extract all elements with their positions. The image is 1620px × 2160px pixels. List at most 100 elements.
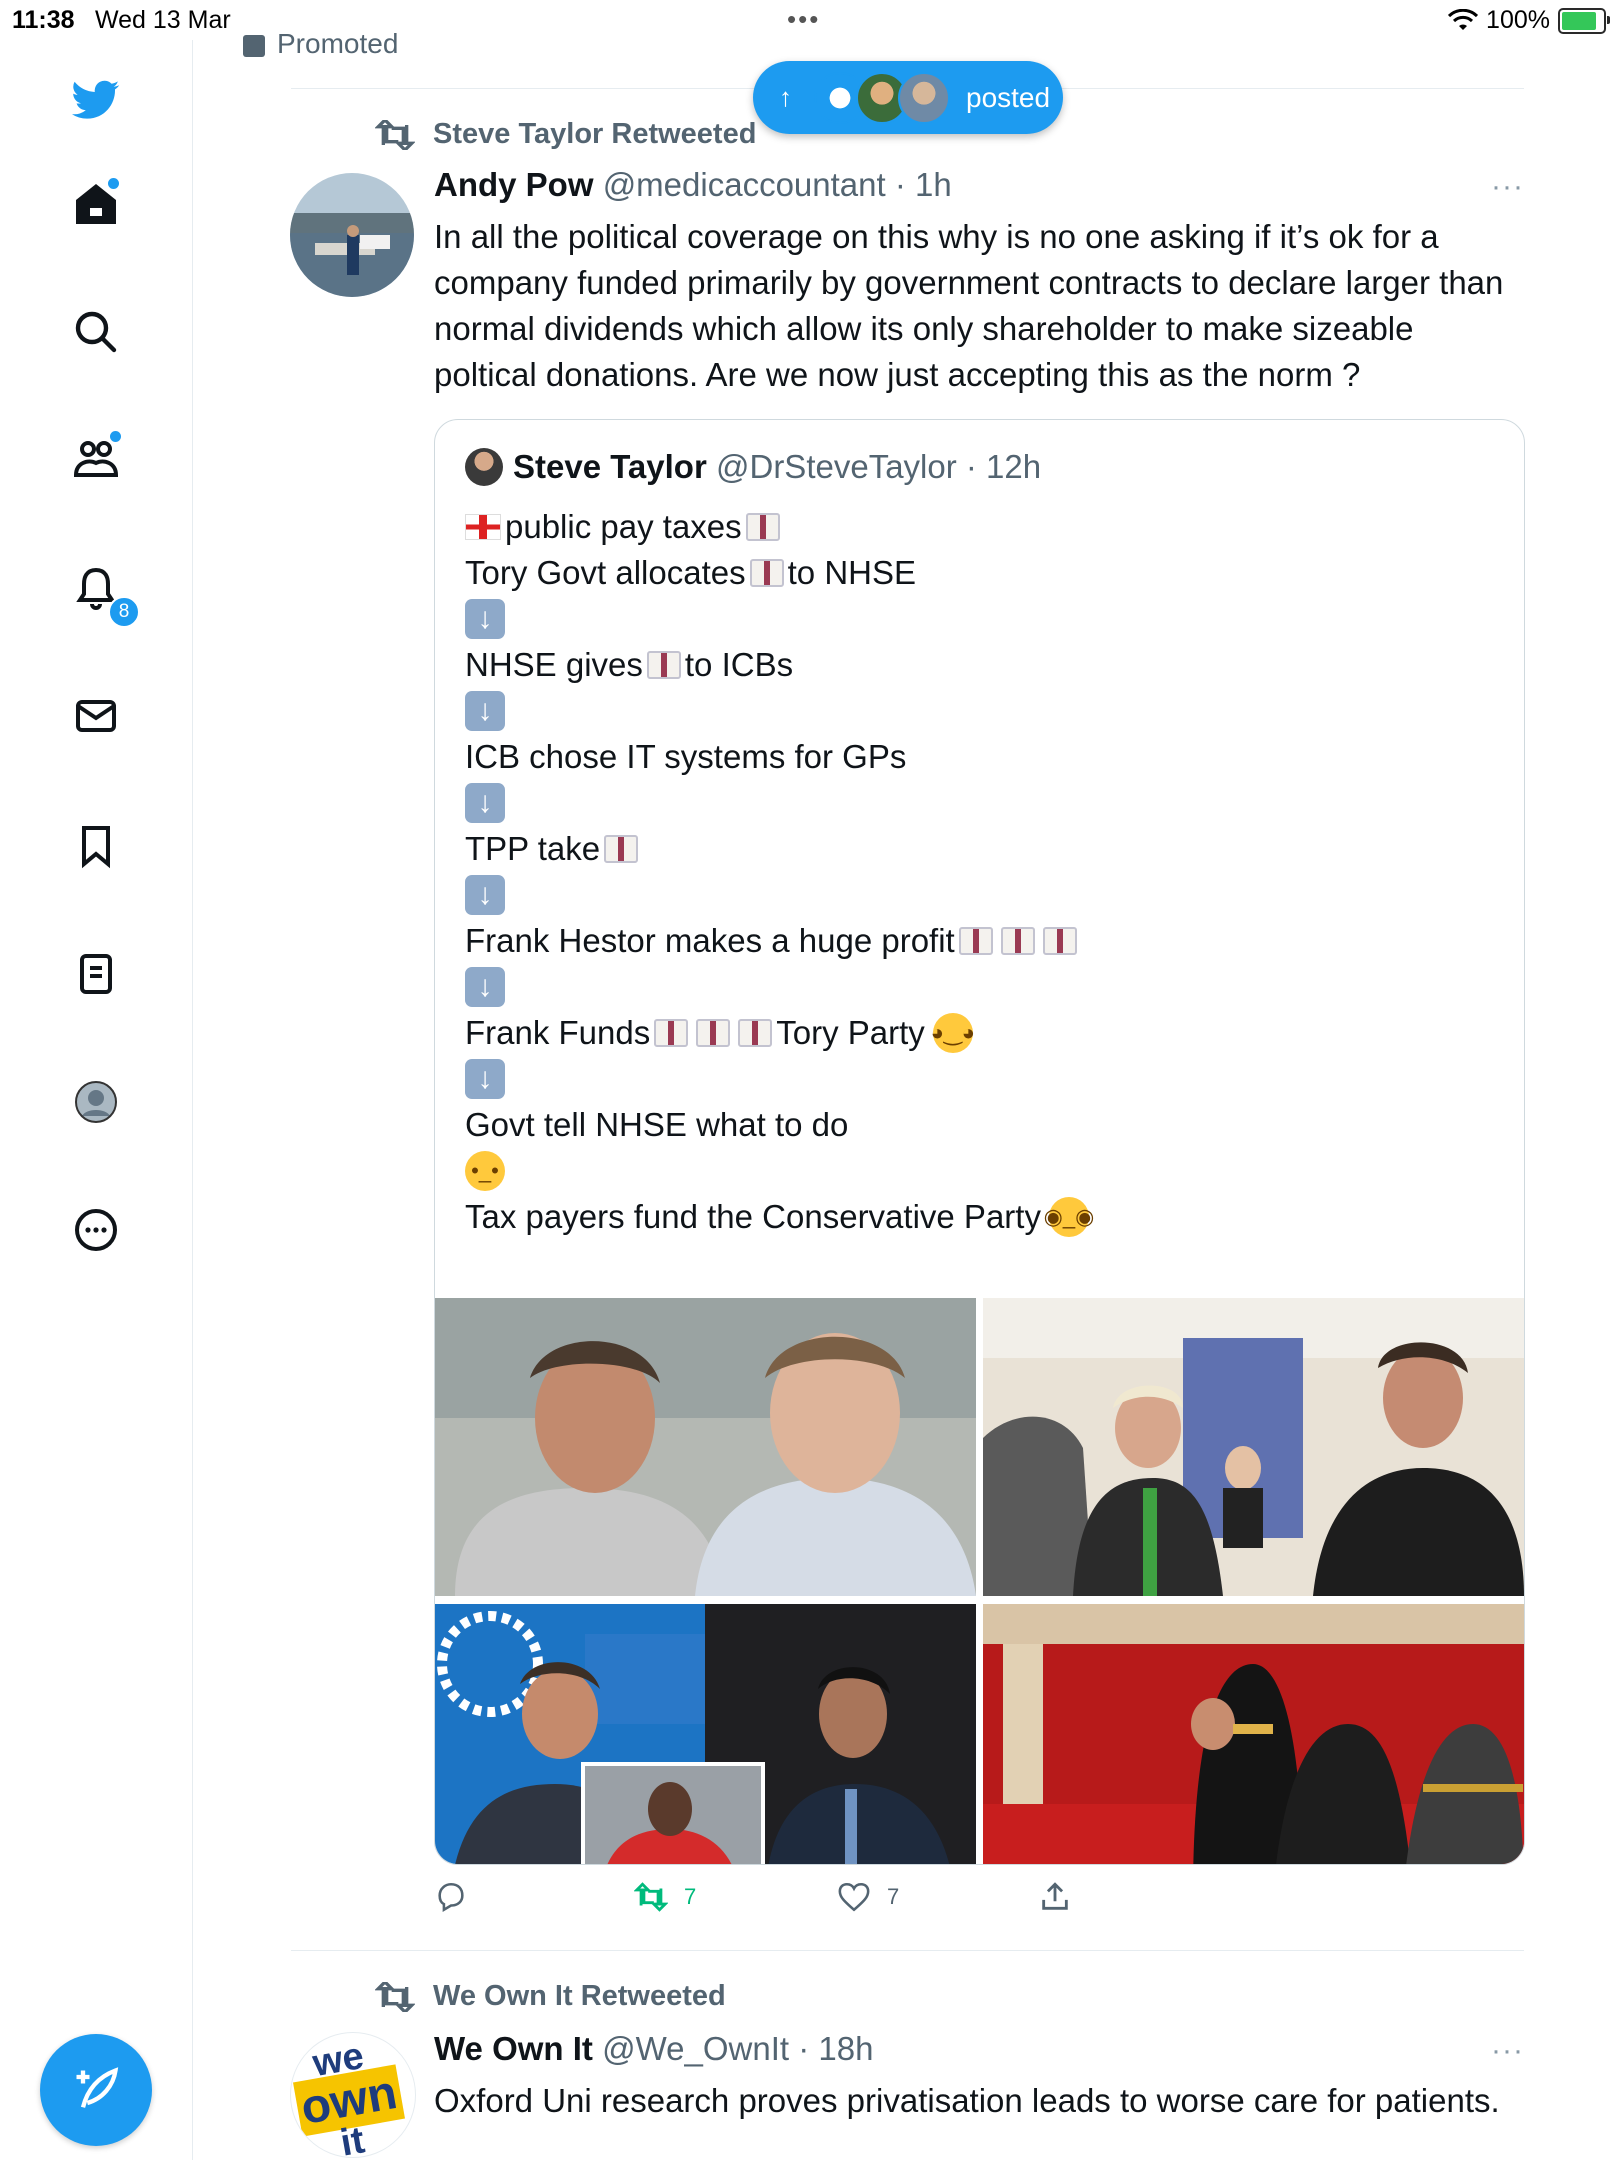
england-flag-icon (465, 514, 501, 540)
money-icon (696, 1019, 731, 1047)
status-time: 11:38 (12, 6, 75, 34)
retweet-icon (634, 1882, 668, 1912)
down-arrow-line: ↓ (465, 964, 1505, 1010)
down-arrow-icon: ↓ (465, 691, 505, 731)
money-icon (749, 559, 784, 587)
down-arrow-line: ↓ (465, 1056, 1505, 1102)
down-arrow-icon: ↓ (465, 967, 505, 1007)
avatar[interactable] (290, 173, 414, 297)
thinking-face-icon: •_• (465, 1151, 505, 1191)
twitter-logo-icon[interactable] (66, 70, 126, 130)
new-posts-avatars (814, 71, 950, 124)
new-posts-label: posted (966, 81, 1051, 113)
new-posts-pill[interactable]: ↑ posted (753, 61, 1063, 134)
avatar (465, 448, 503, 486)
bookmarks-icon[interactable] (66, 816, 126, 876)
avatar[interactable]: we own it (290, 2032, 416, 2158)
lists-icon[interactable] (66, 944, 126, 1004)
quoted-tweet-header: Steve Taylor @DrSteveTaylor · 12h (465, 448, 1041, 486)
money-icon (1042, 927, 1077, 955)
text-line: public pay taxes (465, 504, 1505, 550)
author-handle[interactable]: @We_OwnIt (602, 2030, 789, 2067)
author-name[interactable]: Andy Pow (434, 166, 594, 203)
sidebar: 8 (0, 40, 193, 2160)
retweet-icon (375, 1981, 415, 2012)
retweet-icon (375, 119, 415, 150)
tweet-header: We Own It @We_OwnIt · 18h (434, 2030, 873, 2068)
status-date: Wed 13 Mar (95, 6, 231, 34)
quoted-author-name: Steve Taylor (513, 448, 707, 485)
text-line: ICB chose IT systems for GPs (465, 738, 907, 775)
promoted-label: Promoted (243, 28, 398, 60)
tweet-text: In all the political coverage on this wh… (434, 218, 1504, 393)
home-unread-dot (108, 178, 119, 189)
flushed-face-icon: ◉_◉ (1044, 1197, 1094, 1237)
tweet-more-icon[interactable]: ··· (1491, 2034, 1524, 2068)
tweet-text: Oxford Uni research proves privatisation… (434, 2082, 1500, 2119)
promoted-icon (243, 34, 265, 57)
money-icon (604, 835, 639, 863)
notification-count-badge: 8 (108, 596, 140, 628)
quoted-tweet-text: public pay taxes Tory Govt allocates to … (465, 504, 1505, 1240)
down-arrow-icon: ↓ (465, 783, 505, 823)
tweet-more-icon[interactable]: ··· (1491, 170, 1524, 204)
arrow-up-icon: ↑ (779, 82, 792, 112)
money-icon (646, 651, 681, 679)
status-right: 100% (1448, 6, 1610, 35)
money-icon (958, 927, 993, 955)
quoted-tweet[interactable]: Steve Taylor @DrSteveTaylor · 12h public… (434, 419, 1525, 1865)
like-count: 7 (887, 1884, 900, 1909)
money-icon (738, 1019, 773, 1047)
quoted-author-handle: @DrSteveTaylor (715, 448, 957, 485)
text-line: Tax payers fund the Conservative Party ◉… (465, 1197, 1095, 1237)
down-arrow-line: ↓ (465, 688, 1505, 734)
author-name[interactable]: We Own It (434, 2030, 593, 2067)
tweet-time[interactable]: · 1h (895, 166, 952, 203)
reply-icon (438, 1882, 464, 1913)
text-line: NHSE gives to ICBs (465, 646, 794, 683)
share-icon (1042, 1882, 1068, 1910)
tweet-image[interactable] (435, 1298, 976, 1596)
tweet-image[interactable] (983, 1604, 1524, 1864)
down-arrow-line: ↓ (465, 596, 1505, 642)
down-arrow-line: ↓ (465, 872, 1505, 918)
compose-feather-icon (76, 2067, 119, 2108)
money-icon (745, 513, 780, 541)
tweet-header: Andy Pow @medicaccountant · 1h (434, 166, 952, 204)
retweeted-by-line[interactable]: Steve Taylor Retweeted (375, 118, 756, 151)
retweet-button[interactable]: 7 (634, 1880, 696, 1914)
tweet-time[interactable]: · 18h (798, 2030, 873, 2067)
home-icon[interactable] (66, 174, 126, 234)
heart-icon (838, 1882, 870, 1912)
tweet-image[interactable] (983, 1298, 1524, 1596)
tweet-image[interactable] (435, 1604, 976, 1864)
feed-separator (291, 1950, 1524, 1951)
avatar (898, 71, 950, 124)
share-button[interactable] (1038, 1880, 1072, 1914)
multitasking-dots-icon[interactable]: ••• (787, 4, 820, 35)
reply-button[interactable] (434, 1880, 484, 1914)
quoted-tweet-time: · 12h (965, 448, 1042, 485)
messages-envelope-icon[interactable] (66, 686, 126, 746)
communities-unread-dot (110, 431, 121, 442)
down-arrow-icon: ↓ (465, 599, 505, 639)
more-options-icon[interactable] (66, 1200, 126, 1260)
compose-tweet-button[interactable] (40, 2034, 152, 2146)
retweet-count: 7 (684, 1884, 697, 1909)
text-line: Govt tell NHSE what to do (465, 1106, 849, 1143)
down-arrow-line: ↓ (465, 780, 1505, 826)
thinking-face-line: •_• (465, 1148, 1505, 1194)
wifi-icon (1448, 8, 1479, 30)
search-icon[interactable] (66, 302, 126, 362)
tweet-action-bar: 7 7 (434, 1880, 1524, 1930)
battery-percentage: 100% (1486, 6, 1550, 34)
battery-icon (1558, 7, 1610, 34)
author-handle[interactable]: @medicaccountant (603, 166, 886, 203)
like-button[interactable]: 7 (837, 1880, 899, 1914)
communities-icon[interactable] (66, 429, 126, 489)
retweeted-by-line[interactable]: We Own It Retweeted (375, 1980, 726, 2013)
text-line: Frank Funds Tory Party ◕‿◕ (465, 1013, 975, 1053)
party-face-icon: ◕‿◕ (931, 1013, 975, 1053)
text-line: Frank Hestor makes a huge profit (465, 918, 1505, 964)
profile-avatar-icon[interactable] (66, 1072, 126, 1132)
